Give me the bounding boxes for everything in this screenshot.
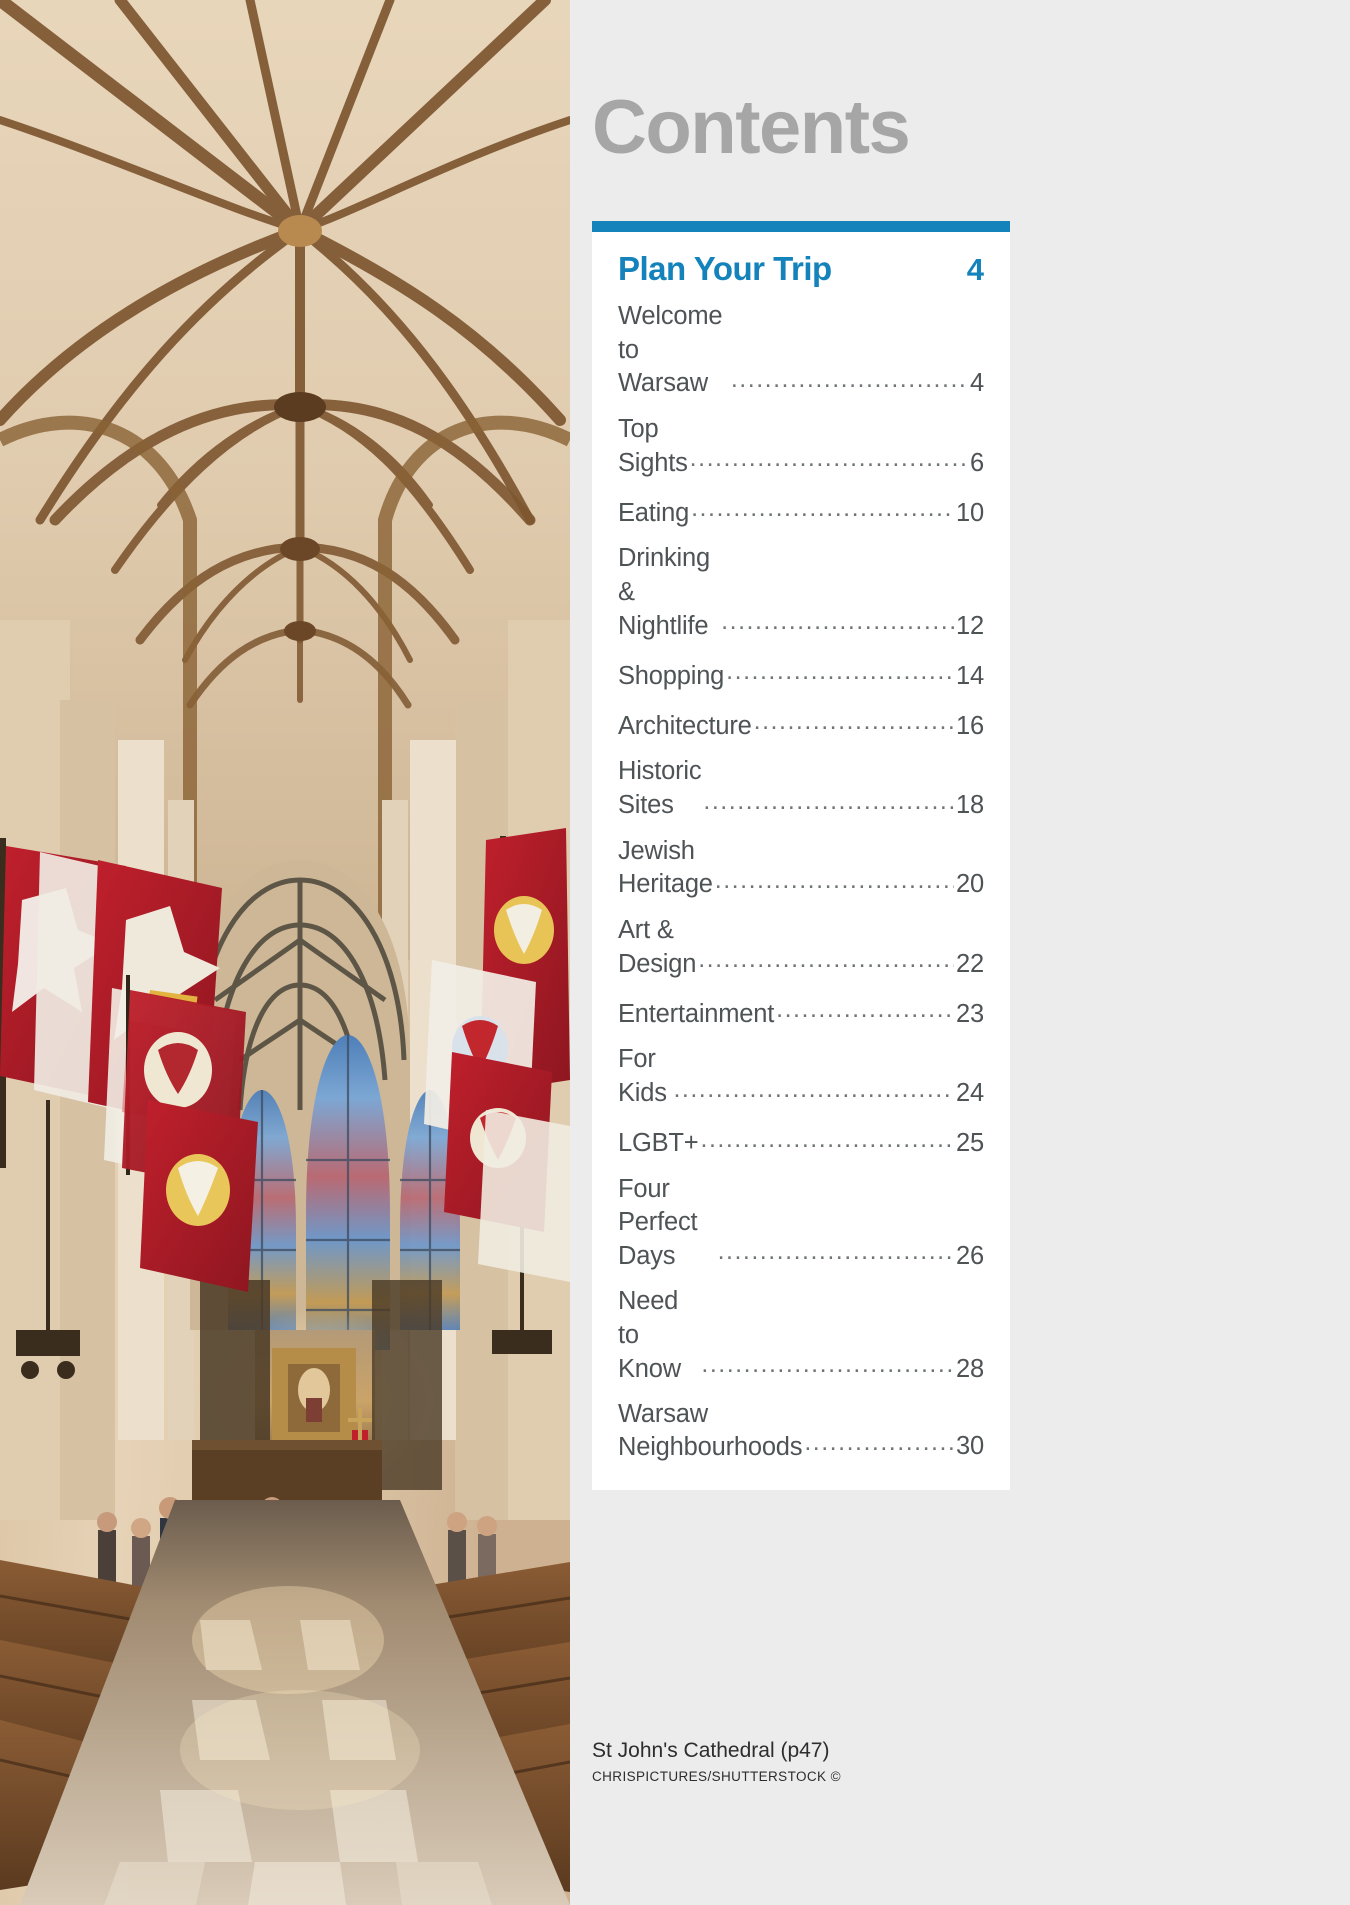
toc-entry[interactable]: LGBT+ ..................................…: [618, 1123, 984, 1161]
toc-section-label: Plan Your Trip: [618, 250, 832, 287]
page-title: Contents: [592, 85, 911, 170]
toc-entry[interactable]: Entertainment ..........................…: [618, 993, 984, 1031]
toc-entry-page: 12: [956, 611, 984, 640]
toc-leader-dots: ........................................…: [700, 1124, 955, 1153]
toc-entry-page: 25: [956, 1128, 984, 1157]
toc-entry-label: Eating: [618, 498, 690, 527]
toc-entry-label: Drinking & Nightlife: [618, 544, 710, 640]
toc-leader-dots: ........................................…: [701, 1350, 955, 1379]
toc-leader-dots: ........................................…: [730, 364, 969, 393]
toc-entry-page: 16: [956, 711, 984, 740]
toc-entry-label: LGBT+: [618, 1128, 699, 1157]
toc-entry[interactable]: Eating .................................…: [618, 492, 984, 530]
toc-entry-page: 23: [956, 999, 984, 1028]
toc-leader-dots: ........................................…: [726, 657, 955, 686]
book-contents-page: Contents Plan Your Trip 4 Welcome to War…: [0, 0, 1350, 1905]
toc-leader-dots: ........................................…: [776, 995, 954, 1024]
toc-leader-dots: ........................................…: [673, 1074, 954, 1103]
toc-leader-dots: ........................................…: [753, 707, 954, 736]
toc-entry-label: For Kids: [618, 1045, 667, 1107]
contents-panel: Contents Plan Your Trip 4 Welcome to War…: [570, 0, 1350, 1905]
photo-caption-block: St John's Cathedral (p47) CHRISPICTURES/…: [592, 1737, 1012, 1784]
toc-entry-label: Architecture: [618, 711, 752, 740]
toc-entry-label: Jewish Heritage: [618, 836, 713, 899]
toc-entry-page: 4: [970, 369, 984, 398]
toc-entry[interactable]: Welcome to Warsaw ......................…: [618, 300, 984, 401]
toc-entry[interactable]: Top Sights .............................…: [618, 413, 984, 480]
toc-entry-label: Welcome to Warsaw: [618, 302, 723, 398]
toc-leader-dots: ........................................…: [689, 444, 969, 473]
toc-entry-page: 26: [956, 1241, 984, 1270]
toc-entry-label: Art & Design: [618, 915, 697, 978]
toc-entry[interactable]: Historic Sites .........................…: [618, 755, 984, 822]
toc-entry-label: Entertainment: [618, 999, 775, 1028]
toc-section-page: 4: [966, 252, 984, 287]
toc-entry-label: Shopping: [618, 661, 725, 690]
toc-leader-dots: ........................................…: [691, 494, 954, 523]
toc-entry[interactable]: Architecture ...........................…: [618, 705, 984, 743]
toc-entry[interactable]: Four Perfect Days ......................…: [618, 1173, 984, 1274]
toc-entry-label: Top Sights: [618, 414, 688, 477]
toc-entry[interactable]: Warsaw Neighbourhoods ..................…: [618, 1398, 984, 1463]
toc-entry[interactable]: Jewish Heritage ........................…: [618, 835, 984, 902]
toc-entry-label: Historic Sites: [618, 757, 702, 819]
photo-credit: CHRISPICTURES/SHUTTERSTOCK ©: [592, 1769, 841, 1785]
toc-entry-page: 24: [956, 1078, 984, 1107]
cathedral-interior-illustration: [0, 0, 570, 1905]
toc-entry-page: 10: [956, 498, 984, 527]
toc-entry[interactable]: Need to Know ...........................…: [618, 1285, 984, 1386]
photo-caption: St John's Cathedral (p47): [592, 1739, 830, 1762]
toc-entry-label: Need to Know: [618, 1287, 681, 1383]
toc-entry[interactable]: Art & Design ...........................…: [618, 914, 984, 981]
toc-leader-dots: ........................................…: [714, 865, 955, 894]
toc-leader-dots: ........................................…: [804, 1427, 954, 1456]
toc-entry-page: 20: [956, 870, 984, 899]
toc-entry-page: 28: [956, 1354, 984, 1383]
toc-entry-page: 14: [956, 661, 984, 690]
toc-leader-dots: ........................................…: [698, 945, 954, 974]
toc-leader-dots: ........................................…: [703, 786, 954, 815]
toc-entry-page: 18: [956, 790, 984, 819]
toc-entry-page: 6: [970, 448, 984, 477]
toc-entry[interactable]: Shopping ...............................…: [618, 655, 984, 693]
cathedral-photo: [0, 0, 570, 1905]
toc-entry-page: 22: [956, 949, 984, 978]
toc-entry-label: Four Perfect Days: [618, 1174, 698, 1270]
toc-entry[interactable]: Drinking & Nightlife ...................…: [618, 542, 984, 643]
toc-leader-dots: ........................................…: [721, 607, 955, 636]
toc-entry-label: Warsaw Neighbourhoods: [618, 1400, 803, 1462]
toc-entry[interactable]: For Kids ...............................…: [618, 1043, 984, 1110]
toc-card: Plan Your Trip 4 Welcome to Warsaw .....…: [592, 221, 1010, 1490]
toc-entry-page: 30: [956, 1432, 984, 1461]
toc-leader-dots: ........................................…: [717, 1237, 955, 1266]
toc-section-header[interactable]: Plan Your Trip 4: [618, 250, 984, 288]
